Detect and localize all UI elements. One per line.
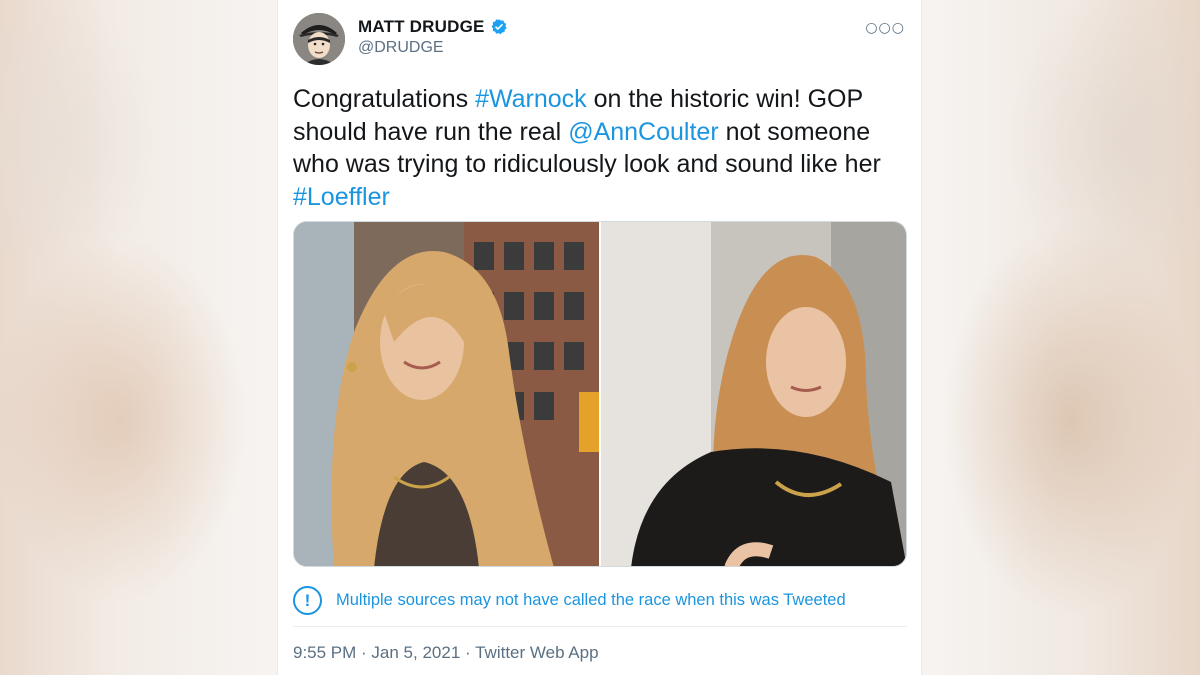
tweet-source[interactable]: Twitter Web App: [475, 643, 598, 662]
cartoon-portrait-avatar-icon: [293, 13, 345, 65]
author-name-row: MATT DRUDGE: [358, 17, 508, 37]
meta-separator: ·: [356, 643, 372, 662]
background-blur-left: [0, 0, 280, 675]
election-notice[interactable]: ! Multiple sources may not have called t…: [293, 586, 846, 615]
meta-separator: ·: [460, 643, 476, 662]
verified-badge-icon: [490, 18, 508, 36]
hashtag-warnock-link[interactable]: #Warnock: [475, 85, 587, 113]
tweet-meta: 9:55 PM · Jan 5, 2021 · Twitter Web App: [293, 643, 599, 663]
display-name[interactable]: MATT DRUDGE: [358, 17, 485, 37]
exclamation-circle-icon: !: [293, 586, 322, 615]
hashtag-loeffler-link[interactable]: #Loeffler: [293, 183, 390, 211]
photo-right[interactable]: [601, 222, 906, 566]
background-blur-right: [920, 0, 1200, 675]
tweet-date[interactable]: Jan 5, 2021: [371, 643, 460, 662]
more-options-icon[interactable]: ○○○: [865, 20, 905, 36]
author-handle[interactable]: @DRUDGE: [358, 39, 444, 57]
tweet-text: Congratulations #Warnock on the historic…: [293, 83, 913, 213]
election-notice-text[interactable]: Multiple sources may not have called the…: [336, 591, 846, 610]
mention-anncoulter-link[interactable]: @AnnCoulter: [568, 118, 718, 146]
avatar[interactable]: [293, 13, 345, 65]
tweet-time[interactable]: 9:55 PM: [293, 643, 356, 662]
tweet-card: MATT DRUDGE @DRUDGE ○○○ Congratulations …: [277, 0, 922, 675]
photo-left[interactable]: [294, 222, 599, 566]
divider: [293, 626, 907, 627]
tweet-media: [293, 221, 907, 567]
text-part-1: Congratulations: [293, 85, 476, 113]
